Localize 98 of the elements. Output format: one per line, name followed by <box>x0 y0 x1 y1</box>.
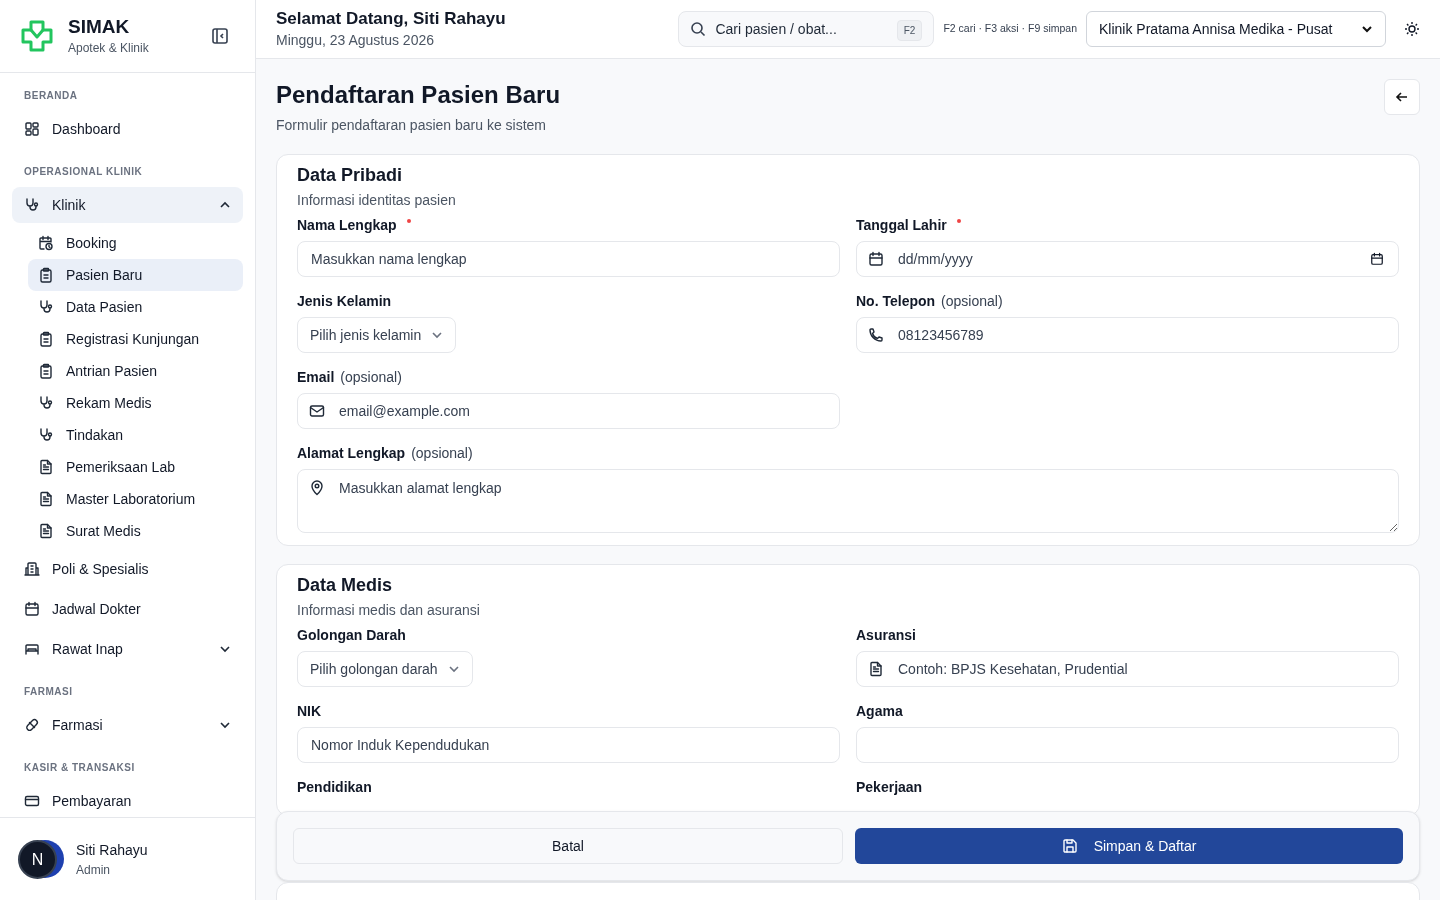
save-button[interactable]: Simpan & Daftar <box>855 828 1403 864</box>
sidebar-subitem[interactable]: Surat Medis <box>28 515 243 547</box>
document-icon <box>38 491 54 507</box>
section-heading: BERANDA <box>23 89 79 103</box>
mail-icon <box>309 403 325 419</box>
field-label: Email <box>297 367 335 387</box>
brand-name: SIMAK <box>68 15 131 39</box>
brand-subtitle: Apotek & Klinik <box>68 40 149 57</box>
stethoscope-icon <box>38 299 54 315</box>
field-label: Pekerjaan <box>856 777 923 797</box>
pill-icon <box>24 717 40 733</box>
document-icon <box>38 459 54 475</box>
user-name: Siti Rahayu <box>76 840 148 860</box>
calendar-clock-icon <box>38 235 54 251</box>
field-label: Alamat Lengkap <box>297 443 406 463</box>
sidebar-subitem[interactable]: Antrian Pasien <box>28 355 243 387</box>
calendar-icon <box>868 251 884 267</box>
greeting-title: Selamat Datang, Siti Rahayu <box>276 7 506 30</box>
search-icon <box>690 21 707 37</box>
section-title: Data Medis <box>297 574 394 596</box>
sidebar-item[interactable]: Poli & Spesialis <box>12 551 243 587</box>
clipboard-icon <box>38 331 54 347</box>
section-heading: OPERASIONAL KLINIK <box>23 165 144 179</box>
calendar-icon <box>24 601 40 617</box>
sidebar-item[interactable]: Pembayaran <box>12 783 243 817</box>
bed-icon <box>24 641 40 657</box>
section-heading: KASIR & TRANSAKSI <box>23 761 136 775</box>
section-heading: FARMASI <box>23 685 74 699</box>
page-subtitle: Formulir pendaftaran pasien baru ke sistem <box>276 116 548 135</box>
input-field[interactable]: 08123456789 <box>856 317 1399 353</box>
field-label: No. Telepon <box>856 291 936 311</box>
document-icon <box>38 523 54 539</box>
shortcut-hint: F2 cari · F3 aksi · F9 simpan <box>943 21 1077 37</box>
field-label: Golongan Darah <box>297 625 406 645</box>
date-text: Minggu, 23 Agustus 2026 <box>276 30 435 50</box>
select-field[interactable]: Pilih jenis kelamin <box>297 317 457 353</box>
field-label: Pendidikan <box>297 777 372 797</box>
sidebar-item[interactable]: Dashboard <box>12 111 243 147</box>
chevron-down-icon <box>219 643 231 655</box>
clinic-select[interactable]: Klinik Pratama Annisa Medika - Pusat <box>1086 11 1386 47</box>
shortcut-key: F2 <box>896 20 923 41</box>
sidebar-subitem[interactable]: Rekam Medis <box>28 387 243 419</box>
section-subtitle: Informasi medis dan asuransi <box>297 601 481 620</box>
optional-note: (opsional) <box>340 367 402 387</box>
stethoscope-icon <box>38 427 54 443</box>
sidebar-item[interactable]: Jadwal Dokter <box>12 591 243 627</box>
document-icon <box>868 661 884 677</box>
calendar-icon <box>1370 252 1384 266</box>
field-label: NIK <box>297 701 322 721</box>
textarea-field[interactable]: Masukkan alamat lengkap <box>297 469 1399 533</box>
back-button[interactable] <box>1384 79 1420 115</box>
chevron-down-icon <box>447 663 460 675</box>
date-field[interactable]: dd/mm/yyyy <box>856 241 1399 277</box>
select-field[interactable]: Pilih golongan darah <box>297 651 473 687</box>
input-field[interactable]: Nomor Induk Kependudukan <box>297 727 840 763</box>
sidebar-item[interactable]: Rawat Inap <box>12 631 243 667</box>
sidebar-subitem[interactable]: Pasien Baru <box>28 259 243 291</box>
user-avatar: N <box>18 840 57 879</box>
field-label: Tanggal Lahir <box>856 215 947 235</box>
field-label: Asuransi <box>856 625 916 645</box>
save-icon <box>1061 838 1078 854</box>
section-title: Data Pribadi <box>297 164 404 186</box>
field-label: Nama Lengkap <box>297 215 397 235</box>
chevron-down-icon <box>1361 23 1373 35</box>
clipboard-icon <box>38 267 54 283</box>
optional-note: (opsional) <box>941 291 1003 311</box>
phone-icon <box>868 327 884 343</box>
optional-note: (opsional) <box>411 443 473 463</box>
sidebar-subitem[interactable]: Pemeriksaan Lab <box>28 451 243 483</box>
chevron-down-icon <box>219 719 231 731</box>
arrow-left-icon <box>1395 90 1409 104</box>
section-subtitle: Informasi identitas pasien <box>297 191 457 210</box>
user-role: Admin <box>76 861 111 879</box>
chevron-down-icon <box>431 329 444 341</box>
sidebar-subitem[interactable]: Tindakan <box>28 419 243 451</box>
sidebar-subitem[interactable]: Master Laboratorium <box>28 483 243 515</box>
field-label: Agama <box>856 701 903 721</box>
sidebar-item[interactable]: Farmasi <box>12 707 243 743</box>
page-title: Pendaftaran Pasien Baru <box>276 80 561 110</box>
input-field[interactable]: email@example.com <box>297 393 840 429</box>
clipboard-icon <box>38 363 54 379</box>
building-icon <box>24 561 40 577</box>
input-field[interactable]: Contoh: BPJS Kesehatan, Prudential <box>856 651 1399 687</box>
sidebar-item[interactable]: Klinik <box>12 187 243 223</box>
theme-toggle-button[interactable] <box>1404 21 1420 37</box>
collapse-sidebar-button[interactable] <box>211 27 229 45</box>
card-icon <box>24 793 40 809</box>
cancel-button[interactable]: Batal <box>293 828 843 864</box>
location-pin-icon <box>309 480 325 496</box>
sidebar-subitem[interactable]: Booking <box>28 227 243 259</box>
sidebar-subitem[interactable]: Registrasi Kunjungan <box>28 323 243 355</box>
stethoscope-icon <box>38 395 54 411</box>
field-label: Jenis Kelamin <box>297 291 392 311</box>
stethoscope-icon <box>24 197 40 213</box>
grid-icon <box>24 121 40 137</box>
sidebar-subitem[interactable]: Data Pasien <box>28 291 243 323</box>
input-field[interactable] <box>856 727 1399 763</box>
input-field[interactable]: Masukkan nama lengkap <box>297 241 840 277</box>
